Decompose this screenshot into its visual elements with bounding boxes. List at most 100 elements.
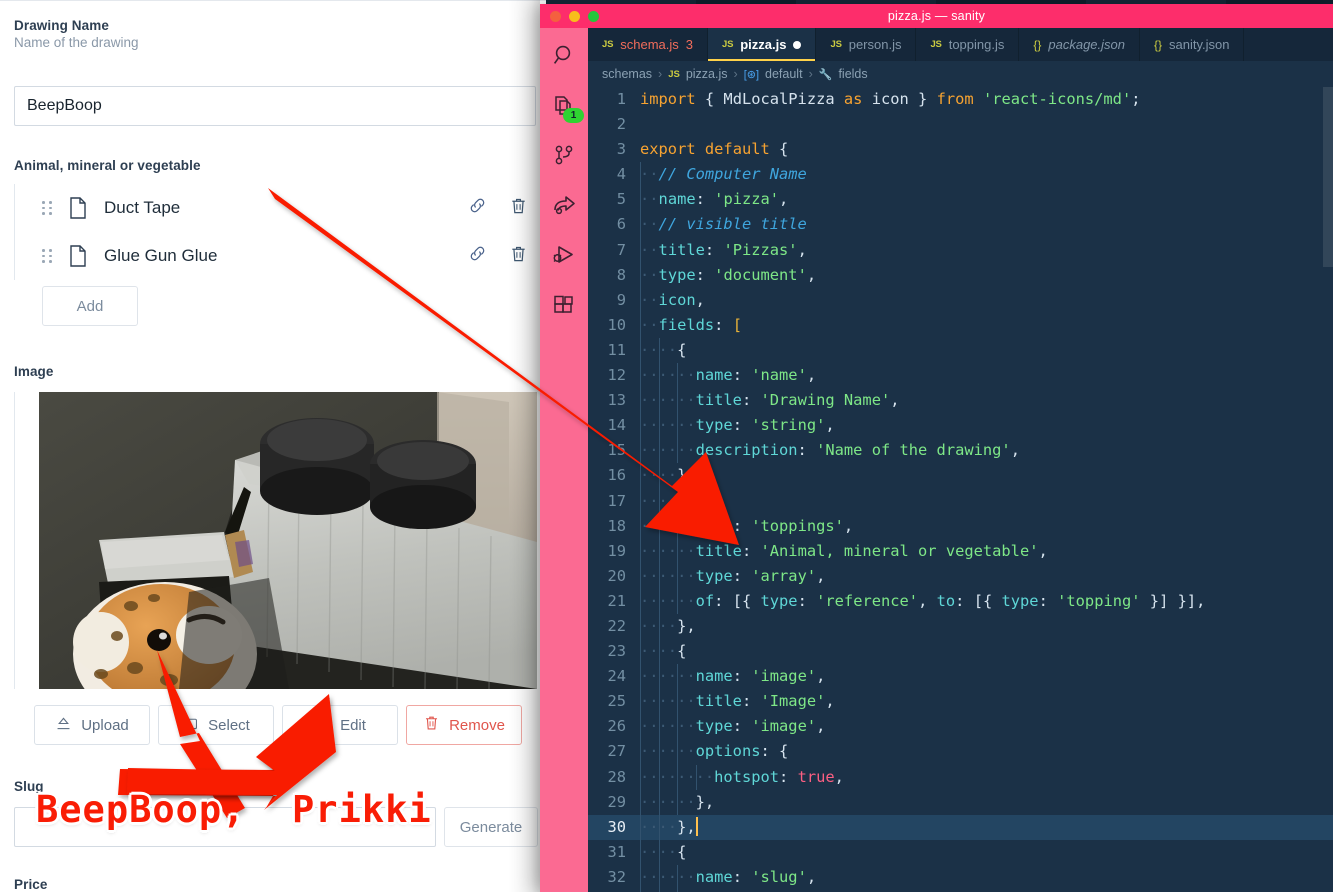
- indent-guide: [640, 388, 641, 414]
- code-token: {: [677, 340, 687, 359]
- select-button[interactable]: Select: [158, 705, 274, 745]
- toppings-array-label-wrap: Animal, mineral or vegetable: [14, 158, 201, 173]
- indent-guide: [640, 337, 641, 364]
- code-line[interactable]: 7 ··title: 'Pizzas',: [588, 237, 1333, 263]
- indent-guide: [658, 764, 660, 790]
- code-line[interactable]: 9 ··icon,: [588, 287, 1333, 313]
- tab-topping-js[interactable]: JS topping.js: [916, 28, 1020, 61]
- code-line[interactable]: 25 ······title: 'Image',: [588, 689, 1333, 715]
- breadcrumb-item[interactable]: pizza.js: [686, 67, 728, 81]
- code-token: {: [677, 491, 687, 510]
- code-line[interactable]: 11 ····{: [588, 337, 1333, 364]
- edit-button[interactable]: Edit: [282, 705, 398, 745]
- extensions-icon[interactable]: [549, 290, 579, 320]
- generate-slug-button[interactable]: Generate: [444, 807, 538, 847]
- search-icon[interactable]: [549, 40, 579, 70]
- code-line[interactable]: 28 ········hotspot: true,: [588, 764, 1333, 790]
- tab-package-json[interactable]: {} package.json: [1019, 28, 1140, 61]
- tab-schema-js[interactable]: JS schema.js 3: [588, 28, 708, 61]
- code-token: // Computer Name: [658, 165, 807, 184]
- code-line[interactable]: 30 ····},: [588, 814, 1333, 840]
- close-window-button[interactable]: [550, 10, 561, 22]
- code-line[interactable]: 20 ······type: 'array',: [588, 563, 1333, 589]
- list-item[interactable]: Duct Tape: [14, 184, 536, 232]
- trash-icon[interactable]: [509, 196, 528, 221]
- explorer-icon[interactable]: 1: [549, 90, 584, 123]
- code-line[interactable]: 1 import { MdLocalPizza as icon } from 'r…: [588, 87, 1333, 112]
- tab-sanity-json[interactable]: {} sanity.json: [1140, 28, 1245, 61]
- indent-guide: [658, 413, 660, 439]
- code-editor[interactable]: 1 import { MdLocalPizza as icon } from 'r…: [588, 87, 1333, 892]
- whitespace-markers: ······: [640, 366, 696, 385]
- breadcrumb-item[interactable]: fields: [838, 67, 867, 81]
- zoom-window-button[interactable]: [588, 10, 599, 22]
- code-token: :: [797, 591, 817, 610]
- indent-guide: [677, 714, 679, 740]
- code-token: 'pizza': [714, 190, 780, 209]
- code-line[interactable]: 3 export default {: [588, 137, 1333, 162]
- code-line[interactable]: 17 ····{: [588, 488, 1333, 514]
- image-preview[interactable]: [39, 392, 537, 689]
- code-line[interactable]: 32 ······name: 'slug',: [588, 864, 1333, 890]
- line-number: 13: [607, 391, 626, 410]
- tab-pizza-js[interactable]: JS pizza.js: [708, 28, 817, 61]
- breadcrumb-item[interactable]: schemas: [602, 67, 652, 81]
- source-control-icon[interactable]: [549, 140, 579, 170]
- minimize-window-button[interactable]: [569, 10, 580, 22]
- code-line[interactable]: 29 ······},: [588, 789, 1333, 815]
- code-token: ,: [779, 190, 789, 209]
- tab-label: package.json: [1048, 37, 1125, 52]
- code-line[interactable]: 5 ··name: 'pizza',: [588, 187, 1333, 213]
- drag-handle-icon[interactable]: [42, 249, 60, 263]
- upload-button[interactable]: Upload: [34, 705, 150, 745]
- add-item-button[interactable]: Add: [42, 286, 138, 326]
- tab-dirty-indicator[interactable]: [793, 40, 802, 49]
- remove-button[interactable]: Remove: [406, 705, 522, 745]
- drag-handle-icon[interactable]: [42, 201, 60, 215]
- code-line[interactable]: 18 ······name: 'toppings',: [588, 513, 1333, 539]
- link-icon[interactable]: [468, 196, 487, 220]
- drawing-name-input[interactable]: [14, 86, 536, 126]
- code-line[interactable]: 24 ······name: 'image',: [588, 664, 1333, 690]
- share-icon[interactable]: [549, 190, 579, 220]
- code-line[interactable]: 6 ··// visible title: [588, 212, 1333, 238]
- code-token: name: [658, 190, 696, 209]
- code-line[interactable]: 10 ··fields: [: [588, 312, 1333, 338]
- code-line[interactable]: 22 ····},: [588, 613, 1333, 640]
- js-file-icon: JS: [930, 39, 942, 50]
- list-item[interactable]: Glue Gun Glue: [14, 232, 536, 280]
- breadcrumb-separator-icon: ›: [658, 67, 663, 81]
- code-token: 'string': [751, 416, 826, 435]
- code-line[interactable]: 16 ····},: [588, 463, 1333, 489]
- line-number: 31: [607, 842, 626, 861]
- link-icon[interactable]: [468, 244, 487, 268]
- code-line[interactable]: 12 ······name: 'name',: [588, 363, 1333, 389]
- tab-person-js[interactable]: JS person.js: [816, 28, 917, 61]
- trash-icon[interactable]: [509, 244, 528, 269]
- indent-guide: [658, 538, 660, 564]
- whitespace-markers: ······: [640, 717, 696, 736]
- code-line[interactable]: 13 ······title: 'Drawing Name',: [588, 388, 1333, 414]
- indent-guide: [658, 739, 660, 765]
- code-line[interactable]: 19 ······title: 'Animal, mineral or veget…: [588, 538, 1333, 564]
- code-line[interactable]: 2: [588, 112, 1333, 137]
- indent-guide: [677, 538, 679, 564]
- indent-guide: [658, 563, 660, 589]
- code-line[interactable]: 26 ······type: 'image',: [588, 714, 1333, 740]
- code-line[interactable]: 14 ······type: 'string',: [588, 413, 1333, 439]
- code-line[interactable]: 31 ····{: [588, 839, 1333, 865]
- run-and-debug-icon[interactable]: [549, 240, 579, 270]
- code-line[interactable]: 4 ··// Computer Name: [588, 162, 1333, 188]
- code-line[interactable]: 23 ····{: [588, 639, 1333, 665]
- code-token: {: [677, 642, 687, 661]
- indent-guide: [640, 212, 641, 238]
- line-number: 3: [616, 140, 626, 159]
- code-token: ,: [1038, 541, 1048, 560]
- breadcrumb-item[interactable]: default: [765, 67, 803, 81]
- code-line[interactable]: 27 ······options: {: [588, 739, 1333, 765]
- code-line[interactable]: 8 ··type: 'document',: [588, 262, 1333, 288]
- line-number: 16: [607, 466, 626, 485]
- code-line[interactable]: 21 ······of: [{ type: 'reference', to: [{…: [588, 588, 1333, 614]
- editor-scrollbar[interactable]: [1323, 87, 1333, 267]
- code-line[interactable]: 15 ······description: 'Name of the drawin…: [588, 438, 1333, 464]
